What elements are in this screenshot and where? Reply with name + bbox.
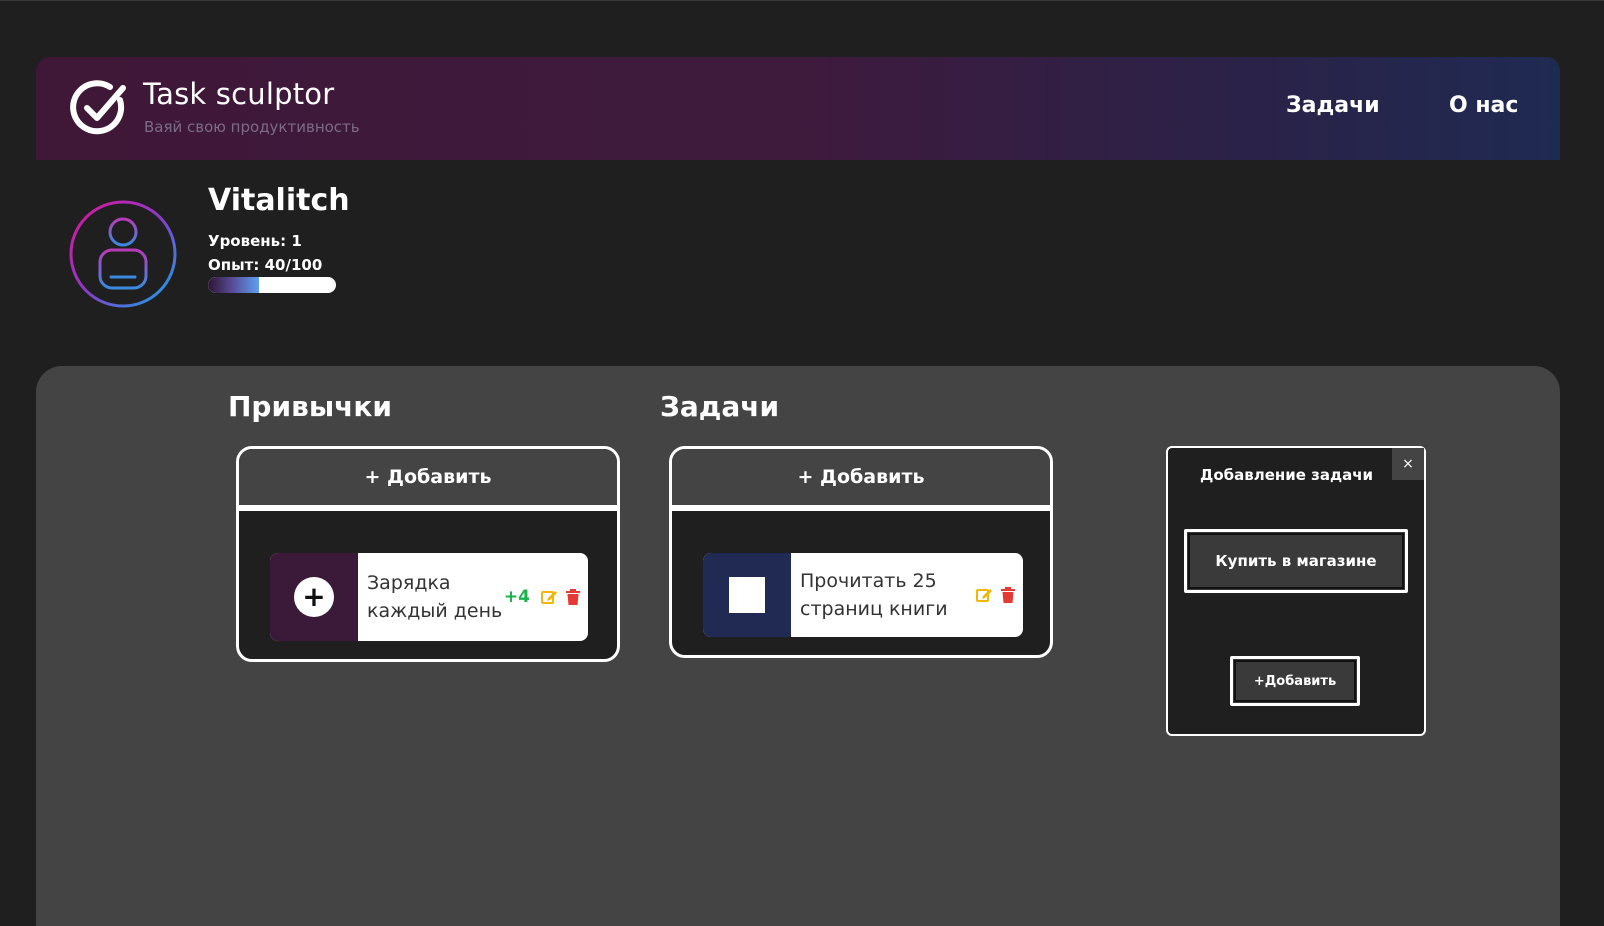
habit-points: +4 — [503, 587, 530, 607]
task-text: Прочитать 25 страниц книги — [800, 570, 948, 620]
task-card-side — [703, 553, 791, 637]
experience-progress-fill — [208, 277, 260, 293]
tasks-title: Задачи — [660, 390, 780, 423]
dialog-add-button[interactable]: +Добавить — [1230, 656, 1360, 706]
tasks-column: + Добавить Прочитать 25 страниц книги — [669, 446, 1053, 658]
profile-username: Vitalitch — [208, 183, 350, 218]
habit-increment-button[interactable]: + — [294, 577, 334, 617]
brand-subtitle: Ваяй свою продуктивность — [144, 118, 360, 136]
add-task-dialog: Добавление задачи × +Добавить — [1166, 446, 1426, 736]
task-checkbox[interactable] — [729, 577, 765, 613]
task-name-input[interactable] — [1184, 529, 1408, 593]
experience-progress-bar — [208, 277, 336, 293]
brand-title: Task sculptor — [143, 77, 335, 111]
dialog-close-button[interactable]: × — [1392, 448, 1424, 480]
habits-column: + Добавить + Зарядка каждый день +4 — [236, 446, 620, 662]
user-avatar-icon — [69, 200, 177, 308]
check-circle-icon — [70, 80, 126, 135]
app-header: Task sculptor Ваяй свою продуктивность З… — [36, 57, 1560, 160]
habits-title: Привычки — [228, 390, 392, 423]
trash-icon[interactable] — [999, 586, 1017, 604]
trash-icon[interactable] — [564, 588, 582, 606]
nav-link-about[interactable]: О нас — [1449, 93, 1518, 118]
profile-experience: Опыт: 40/100 — [208, 256, 323, 274]
habit-card-side: + — [270, 553, 358, 641]
habit-card: + Зарядка каждый день +4 — [270, 553, 588, 641]
dialog-title: Добавление задачи — [1200, 466, 1374, 484]
top-divider — [0, 0, 1604, 1]
habit-text: Зарядка каждый день — [367, 572, 503, 622]
add-task-button[interactable]: + Добавить — [672, 449, 1050, 511]
task-card: Прочитать 25 страниц книги — [703, 553, 1023, 637]
nav-link-tasks[interactable]: Задачи — [1286, 93, 1380, 118]
profile-level: Уровень: 1 — [208, 232, 302, 250]
edit-icon[interactable] — [975, 586, 993, 604]
edit-icon[interactable] — [540, 588, 558, 606]
add-habit-button[interactable]: + Добавить — [239, 449, 617, 511]
